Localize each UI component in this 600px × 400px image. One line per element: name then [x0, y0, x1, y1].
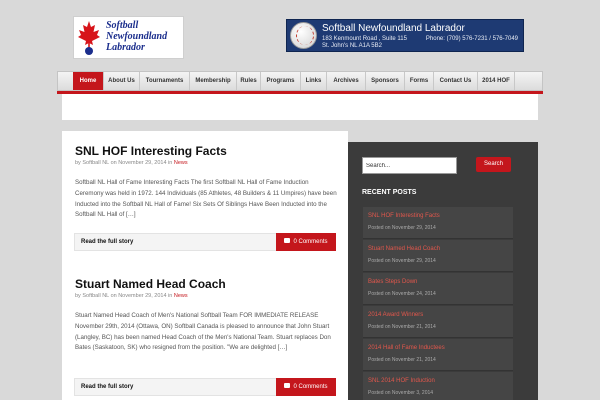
site-logo[interactable]: Softball Newfoundland Labrador: [73, 16, 184, 59]
nav-forms[interactable]: Forms: [405, 72, 434, 90]
read-more-link[interactable]: Read the full story: [81, 379, 133, 396]
sidebar: Search RECENT POSTS SNL HOF Interesting …: [348, 142, 538, 400]
banner-phone: Phone: (709) 576-7231 / 576-7049: [425, 36, 518, 42]
maple-leaf-icon: [78, 21, 100, 55]
recent-post-date: Posted on November 21, 2014: [368, 324, 436, 330]
logo-line-1: Softball: [106, 20, 139, 31]
comment-bubble-icon: [284, 237, 291, 243]
logo-line-3: Labrador: [106, 42, 145, 53]
banner-address-line2: St. John's NL A1A 5B2: [322, 43, 382, 49]
post-category-link[interactable]: News: [174, 293, 188, 299]
post-meta: by Softball NL on November 29, 2014 in N…: [75, 293, 188, 299]
nav-programs[interactable]: Programs: [261, 72, 301, 90]
nav-links[interactable]: Links: [301, 72, 327, 90]
nav-home[interactable]: Home: [73, 72, 104, 90]
nav-rules[interactable]: Rules: [237, 72, 261, 90]
header-banner: Softball Newfoundland Labrador 183 Kenmo…: [286, 19, 524, 52]
recent-post-date: Posted on November 21, 2014: [368, 357, 436, 363]
header-strip: [62, 94, 538, 120]
search-input[interactable]: [362, 157, 457, 174]
read-more-link[interactable]: Read the full story: [81, 234, 133, 251]
recent-post-link[interactable]: SNL HOF Interesting Facts: [368, 213, 440, 219]
recent-post-date: Posted on November 24, 2014: [368, 291, 436, 297]
recent-post-item: Stuart Named Head Coach Posted on Novemb…: [363, 240, 513, 272]
main-content: SNL HOF Interesting Facts by Softball NL…: [62, 131, 348, 400]
recent-post-date: Posted on November 29, 2014: [368, 258, 436, 264]
comments-button[interactable]: 0 Comments: [276, 378, 336, 396]
nav-2014-hof[interactable]: 2014 HOF: [478, 72, 515, 90]
comment-bubble-icon: [284, 382, 291, 388]
recent-posts-heading: RECENT POSTS: [362, 189, 417, 196]
nav-sponsors[interactable]: Sponsors: [366, 72, 405, 90]
softball-icon: [290, 22, 317, 49]
nav-contact-us[interactable]: Contact Us: [434, 72, 478, 90]
main-nav: Home About Us Tournaments Membership Rul…: [57, 71, 543, 91]
post-category-link[interactable]: News: [174, 160, 188, 166]
nav-membership[interactable]: Membership: [190, 72, 237, 90]
recent-post-link[interactable]: Stuart Named Head Coach: [368, 246, 440, 252]
post-meta: by Softball NL on November 29, 2014 in N…: [75, 160, 188, 166]
search-button[interactable]: Search: [476, 157, 511, 172]
logo-text: Softball Newfoundland Labrador: [106, 20, 167, 53]
logo-line-2: Newfoundland: [106, 31, 168, 42]
nav-archives[interactable]: Archives: [327, 72, 366, 90]
post-excerpt: Stuart Named Head Coach of Men's Nationa…: [75, 312, 331, 352]
post-excerpt: Softball NL Hall of Fame Interesting Fac…: [75, 179, 337, 219]
comments-count: 0 Comments: [293, 384, 328, 390]
nav-about-us[interactable]: About Us: [104, 72, 140, 90]
post-title[interactable]: SNL HOF Interesting Facts: [75, 144, 227, 158]
recent-post-date: Posted on November 3, 2014: [368, 390, 434, 396]
recent-post-link[interactable]: 2014 Award Winners: [368, 312, 423, 318]
post-title[interactable]: Stuart Named Head Coach: [75, 277, 226, 291]
post-byline: by Softball NL on November 29, 2014 in: [75, 293, 173, 299]
recent-post-item: 2014 Award Winners Posted on November 21…: [363, 306, 513, 338]
recent-post-item: 2014 Hall of Fame Inductees Posted on No…: [363, 339, 513, 371]
banner-title: Softball Newfoundland Labrador: [322, 23, 465, 34]
recent-post-date: Posted on November 29, 2014: [368, 225, 436, 231]
comments-button[interactable]: 0 Comments: [276, 233, 336, 251]
post-footer: Read the full story 0 Comments: [74, 378, 336, 396]
recent-post-item: Bates Steps Down Posted on November 24, …: [363, 273, 513, 305]
banner-address-line1: 183 Kenmount Road , Suite 115: [322, 36, 407, 42]
recent-post-link[interactable]: 2014 Hall of Fame Inductees: [368, 345, 445, 351]
post-footer: Read the full story 0 Comments: [74, 233, 336, 251]
recent-post-link[interactable]: SNL 2014 HOF Induction: [368, 378, 435, 384]
recent-post-link[interactable]: Bates Steps Down: [368, 279, 417, 285]
nav-tournaments[interactable]: Tournaments: [140, 72, 190, 90]
recent-post-item: SNL HOF Interesting Facts Posted on Nove…: [363, 207, 513, 239]
post-byline: by Softball NL on November 29, 2014 in: [75, 160, 173, 166]
comments-count: 0 Comments: [293, 239, 328, 245]
recent-post-item: SNL 2014 HOF Induction Posted on Novembe…: [363, 372, 513, 400]
